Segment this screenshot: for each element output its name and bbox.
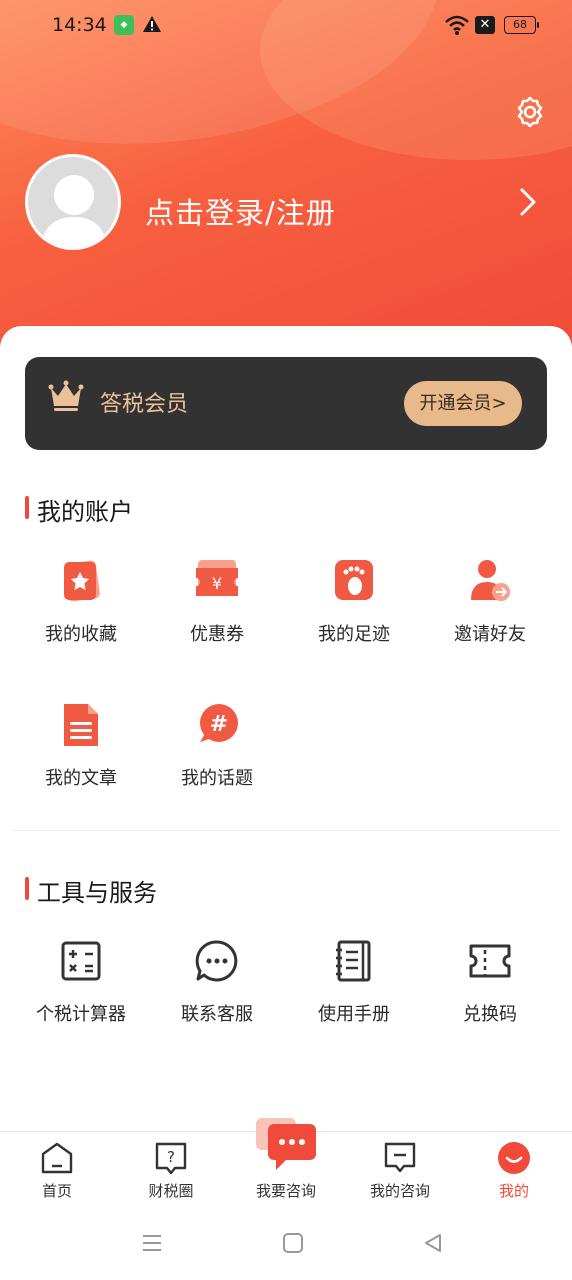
wifi-icon — [445, 15, 469, 35]
chevron-right-icon[interactable] — [516, 186, 540, 218]
warning-icon — [143, 16, 161, 32]
grid-item-tax-calculator[interactable]: 个税计算器 — [13, 936, 149, 1026]
gear-icon[interactable] — [512, 94, 548, 130]
grid-item-favorites[interactable]: 我的收藏 — [13, 556, 149, 646]
article-icon — [64, 704, 98, 746]
profile-face-icon — [498, 1142, 530, 1174]
tab-home[interactable]: 首页 — [0, 1140, 114, 1201]
avatar[interactable] — [25, 154, 121, 250]
grid-item-manual[interactable]: 使用手册 — [286, 936, 422, 1026]
home-square-icon[interactable] — [282, 1232, 304, 1254]
status-time: 14:34 — [52, 14, 107, 36]
back-triangle-icon[interactable] — [422, 1232, 444, 1254]
status-bar: 14:34 ◆ ✕ 68 — [0, 0, 572, 52]
grid-item-topics[interactable]: # 我的话题 — [149, 700, 285, 790]
tab-mine[interactable]: 我的 — [457, 1140, 571, 1201]
battery-icon: 68 — [504, 16, 539, 34]
grid-item-invite[interactable]: 邀请好友 — [422, 556, 558, 646]
star-card-icon — [64, 560, 100, 602]
svg-text:#: # — [210, 712, 228, 737]
grid-item-customer-service[interactable]: 联系客服 — [149, 936, 285, 1026]
grid-item-redeem-code[interactable]: 兑换码 — [422, 936, 558, 1026]
chat-bubble-icon — [195, 940, 238, 982]
calculator-icon — [61, 941, 101, 981]
vip-label: 答税会员 — [100, 392, 189, 417]
footprint-icon — [335, 560, 373, 600]
tab-tax-circle[interactable]: ? 财税圈 — [114, 1140, 228, 1201]
manual-icon — [336, 940, 371, 982]
grid-item-footprint[interactable]: 我的足迹 — [286, 556, 422, 646]
coupon-icon: ¥ — [196, 560, 238, 596]
message-icon — [384, 1142, 416, 1173]
login-register-link[interactable]: 点击登录/注册 — [145, 190, 336, 232]
open-vip-button[interactable]: 开通会员> — [404, 381, 522, 426]
no-sim-icon: ✕ — [475, 16, 495, 34]
grid-item-coupons[interactable]: ¥ 优惠券 — [149, 556, 285, 646]
account-section-title: 我的账户 — [25, 492, 133, 527]
svg-text:¥: ¥ — [212, 574, 222, 593]
section-divider — [12, 830, 560, 831]
topic-hash-icon: # — [200, 704, 238, 742]
grid-item-articles[interactable]: 我的文章 — [13, 700, 149, 790]
question-circle-icon: ? — [155, 1142, 187, 1175]
menu-icon[interactable] — [141, 1232, 163, 1254]
ticket-icon — [469, 944, 511, 978]
tab-my-consult[interactable]: 我的咨询 — [343, 1140, 457, 1201]
svg-text:?: ? — [167, 1148, 175, 1166]
tools-section-title: 工具与服务 — [25, 873, 157, 908]
crown-icon — [48, 380, 84, 411]
invite-friend-icon — [471, 560, 510, 601]
consult-bubble-icon[interactable] — [254, 1118, 318, 1174]
home-icon — [41, 1142, 73, 1174]
app-notification-icon: ◆ — [114, 15, 134, 35]
